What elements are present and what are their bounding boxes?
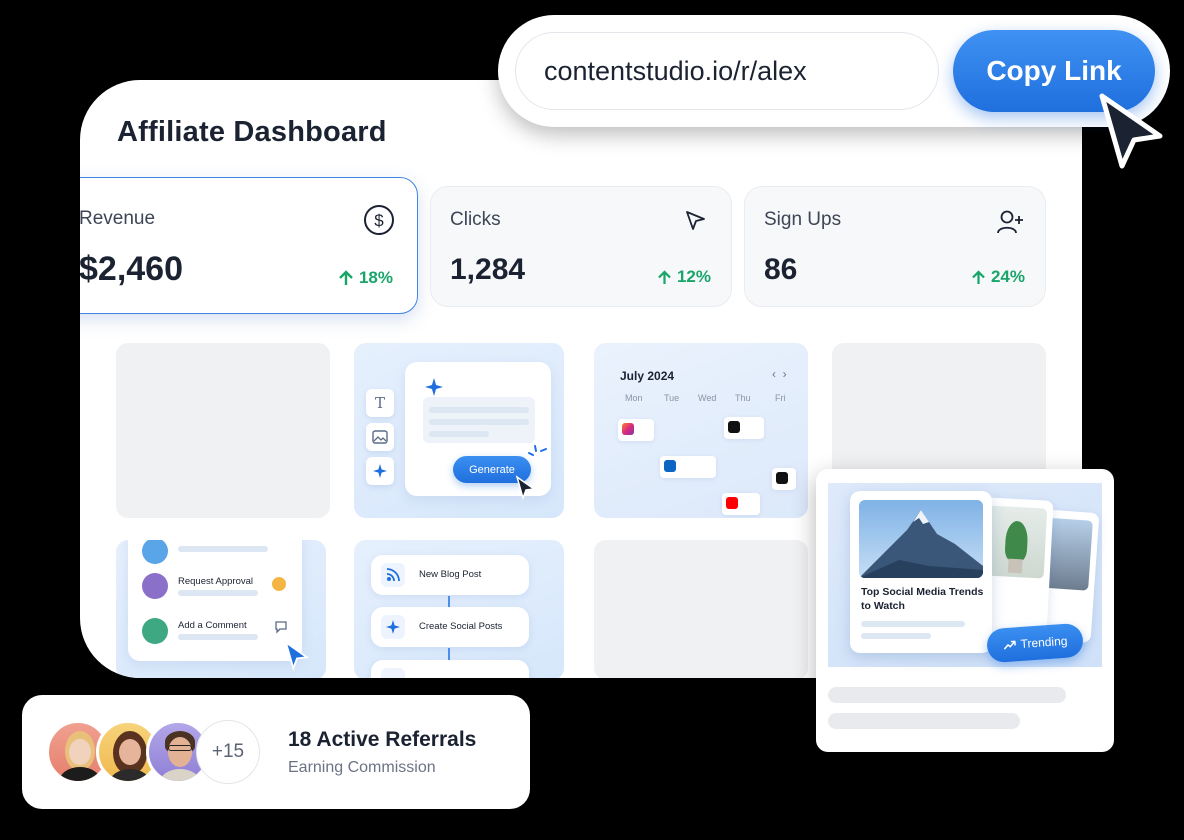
sparkle-icon <box>381 615 405 639</box>
calendar-icon <box>381 668 405 678</box>
workflow-step[interactable]: Create Social Posts <box>371 607 529 647</box>
calendar-month: July 2024 <box>620 369 675 383</box>
stat-label: Sign Ups <box>764 209 842 230</box>
x-post-event[interactable] <box>724 417 764 439</box>
cursor-arrow-icon <box>282 640 312 677</box>
day-label: Fri <box>775 393 786 403</box>
workflow-step-label: Create Social Posts <box>419 621 503 632</box>
text-icon: T <box>366 389 394 417</box>
stat-card-signups[interactable]: Sign Ups 86 24% <box>744 186 1046 307</box>
cursor-arrow-icon <box>1094 92 1168 177</box>
day-label: Thu <box>735 393 751 403</box>
connector-line <box>448 648 450 660</box>
click-burst-icon <box>527 443 549 470</box>
day-label: Mon <box>625 393 643 403</box>
user-plus-icon <box>995 207 1025 237</box>
skeleton-line <box>828 687 1066 703</box>
approval-item[interactable]: Request Approval <box>178 576 253 587</box>
avatar <box>142 540 168 564</box>
avatar <box>142 618 168 644</box>
youtube-post-event[interactable] <box>722 493 760 515</box>
content-calendar-tile[interactable]: July 2024 ‹ › Mon Tue Wed Thu Fri <box>594 343 808 518</box>
placeholder-tile <box>116 343 330 518</box>
arrow-up-icon <box>658 269 671 284</box>
stat-delta: 24% <box>972 267 1025 287</box>
arrow-up-icon <box>972 269 985 284</box>
post-thumbnail <box>859 500 983 578</box>
avatar <box>142 573 168 599</box>
clock-icon <box>272 577 286 591</box>
comment-icon <box>274 620 288 639</box>
day-label: Wed <box>698 393 717 403</box>
image-icon <box>366 423 394 451</box>
dollar-circle-icon: $ <box>363 204 394 235</box>
approval-card: Request Approval Add a Comment <box>128 540 302 661</box>
tiktok-post-event[interactable] <box>772 468 796 490</box>
stat-card-clicks[interactable]: Clicks 1,284 12% <box>430 186 732 307</box>
calendar-nav-icons[interactable]: ‹ › <box>772 367 787 381</box>
stat-label: Revenue <box>80 208 156 229</box>
day-label: Tue <box>664 393 680 403</box>
automation-workflow-tile[interactable]: New Blog Post Create Social Posts <box>354 540 564 678</box>
page-title: Affiliate Dashboard <box>117 116 387 148</box>
trending-up-icon <box>1003 640 1016 650</box>
cursor-icon <box>681 207 711 237</box>
trending-post-card[interactable]: Top Social Media Trends to Watch Trendin… <box>816 469 1114 752</box>
stat-delta: 18% <box>339 268 393 288</box>
prompt-box <box>423 397 535 443</box>
placeholder-tile <box>594 540 808 678</box>
stat-card-revenue[interactable]: Revenue $2,460 $ 18% <box>80 177 418 314</box>
post-title: Top Social Media Trends to Watch <box>861 586 984 612</box>
trending-badge: Trending <box>985 622 1085 664</box>
referrals-title: 18 Active Referrals <box>288 728 477 751</box>
approval-item[interactable]: Add a Comment <box>178 620 247 631</box>
stat-value: 1,284 <box>450 253 526 286</box>
workflow-step-label: New Blog Post <box>419 569 482 580</box>
instagram-post-event[interactable] <box>618 419 654 441</box>
linkedin-post-event[interactable] <box>660 456 716 478</box>
more-referrals-count: +15 <box>196 720 260 784</box>
stat-delta: 12% <box>658 267 711 287</box>
approval-workflow-tile[interactable]: Request Approval Add a Comment <box>116 540 326 678</box>
referrals-subtitle: Earning Commission <box>288 759 436 776</box>
active-referrals-card[interactable]: +15 18 Active Referrals Earning Commissi… <box>22 695 530 809</box>
cursor-arrow-icon <box>514 475 538 506</box>
sparkle-icon <box>366 457 394 485</box>
referral-link-bar: contentstudio.io/r/alex Copy Link <box>498 15 1170 127</box>
rss-icon <box>381 563 405 587</box>
skeleton-line <box>828 713 1020 729</box>
post-card: Top Social Media Trends to Watch <box>850 491 992 653</box>
arrow-up-icon <box>339 270 353 285</box>
workflow-step[interactable] <box>371 660 529 678</box>
stat-value: 86 <box>764 253 798 286</box>
stat-value: $2,460 <box>80 250 183 288</box>
svg-text:$: $ <box>374 211 384 230</box>
ai-generate-tile[interactable]: T Generate <box>354 343 564 518</box>
referral-link-field[interactable]: contentstudio.io/r/alex <box>515 32 939 110</box>
stat-label: Clicks <box>450 209 501 230</box>
workflow-step[interactable]: New Blog Post <box>371 555 529 595</box>
